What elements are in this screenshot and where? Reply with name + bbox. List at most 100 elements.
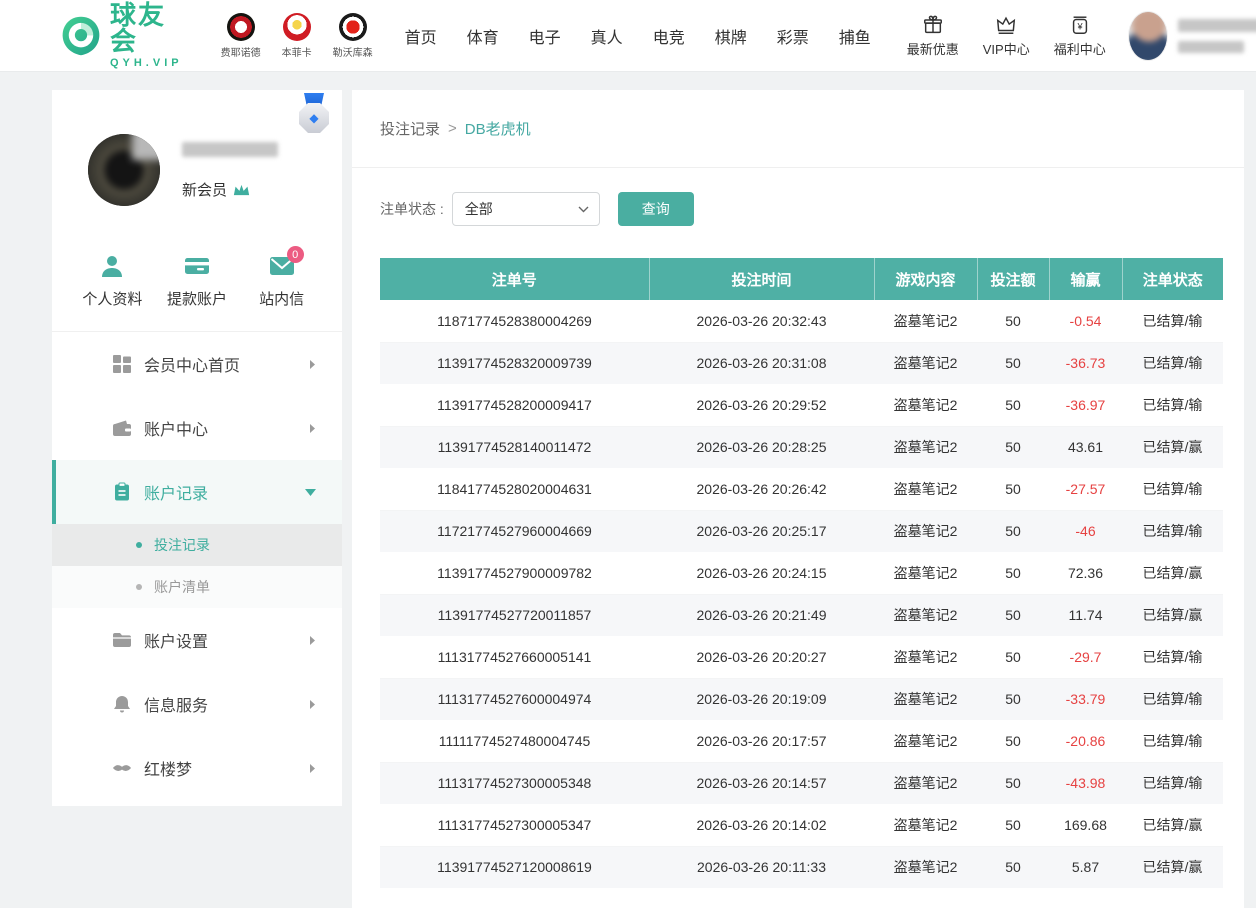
order-status: 已结算/赢	[1122, 594, 1223, 636]
promo-link[interactable]: 最新优惠	[907, 14, 959, 58]
sidebar-item[interactable]: 信息服务	[52, 672, 342, 736]
partner-link[interactable]: 勒沃库森	[331, 13, 375, 59]
promo-links: 最新优惠 VIP中心 ¥福利中心	[907, 14, 1106, 58]
win-loss: -27.57	[1049, 468, 1122, 510]
mail-icon: 0	[269, 253, 295, 279]
quick-action[interactable]: 提款账户	[155, 253, 240, 309]
bullet-icon	[136, 542, 142, 548]
site-logo[interactable]: 球友会 QYH.VIP	[60, 2, 187, 69]
sidebar-item-label: 红楼梦	[144, 756, 309, 780]
sidebar-subitem[interactable]: 投注记录	[52, 524, 342, 566]
sidebar-item[interactable]: 账户中心	[52, 396, 342, 460]
partner-link[interactable]: 费耶诺德	[219, 13, 263, 59]
sidebar-item-label: 会员中心首页	[144, 352, 309, 376]
card-icon	[184, 253, 210, 279]
bet-time: 2026-03-26 20:29:52	[649, 384, 874, 426]
nav-item[interactable]: 棋牌	[715, 24, 747, 48]
win-loss: -36.97	[1049, 384, 1122, 426]
lips-icon	[112, 758, 132, 778]
game-name: 盗墓笔记2	[874, 468, 977, 510]
game-name: 盗墓笔记2	[874, 846, 977, 888]
sidebar-item[interactable]: 账户设置	[52, 608, 342, 672]
quick-action[interactable]: 个人资料	[70, 253, 155, 309]
table-column-header: 游戏内容	[874, 258, 977, 300]
bet-time: 2026-03-26 20:20:27	[649, 636, 874, 678]
user-id-blurred	[1178, 41, 1244, 53]
order-no: 11391774528200009417	[380, 384, 649, 426]
sidebar-subitem-label: 账户清单	[154, 577, 210, 597]
promo-link[interactable]: VIP中心	[983, 14, 1030, 58]
order-no: 11391774527720011857	[380, 594, 649, 636]
promo-link[interactable]: ¥福利中心	[1054, 14, 1106, 58]
search-button[interactable]: 查询	[618, 192, 694, 226]
sidebar-item[interactable]: 红楼梦	[52, 736, 342, 800]
sidebar-item-label: 信息服务	[144, 692, 309, 716]
chevron-right-icon	[309, 423, 316, 434]
bet-time: 2026-03-26 20:11:33	[649, 846, 874, 888]
table-row: 113917745271200086192026-03-26 20:11:33盗…	[380, 846, 1223, 888]
crown-icon	[233, 183, 250, 197]
chevron-right-icon	[309, 699, 316, 710]
table-row: 111317745276600051412026-03-26 20:20:27盗…	[380, 636, 1223, 678]
bet-amount: 50	[977, 468, 1049, 510]
folder-icon	[112, 630, 132, 650]
order-status: 已结算/输	[1122, 720, 1223, 762]
order-no: 11391774528320009739	[380, 342, 649, 384]
order-no: 11841774528020004631	[380, 468, 649, 510]
chevron-down-icon	[578, 206, 589, 213]
nav-item[interactable]: 电子	[529, 24, 561, 48]
logo-icon	[60, 13, 102, 59]
game-name: 盗墓笔记2	[874, 804, 977, 846]
nav-item[interactable]: 真人	[591, 24, 623, 48]
table-row: 111317745276000049742026-03-26 20:19:09盗…	[380, 678, 1223, 720]
game-name: 盗墓笔记2	[874, 384, 977, 426]
bet-amount: 50	[977, 510, 1049, 552]
nav-item[interactable]: 首页	[405, 24, 437, 48]
triangle-down-icon	[305, 489, 316, 496]
game-name: 盗墓笔记2	[874, 510, 977, 552]
bet-time: 2026-03-26 20:19:09	[649, 678, 874, 720]
order-no: 11131774527300005347	[380, 804, 649, 846]
profile-avatar[interactable]	[88, 134, 160, 206]
nav-item[interactable]: 电竞	[653, 24, 685, 48]
win-loss: -43.98	[1049, 762, 1122, 804]
bet-time: 2026-03-26 20:14:57	[649, 762, 874, 804]
order-status: 已结算/输	[1122, 678, 1223, 720]
promo-label: 最新优惠	[907, 39, 959, 58]
nav-item[interactable]: 捕鱼	[839, 24, 871, 48]
order-no: 11131774527600004974	[380, 678, 649, 720]
sidebar-subitem[interactable]: 账户清单	[52, 566, 342, 608]
user-meta	[1178, 19, 1256, 53]
nav-item[interactable]: 体育	[467, 24, 499, 48]
crown-icon	[995, 14, 1017, 36]
svg-text:¥: ¥	[1076, 21, 1083, 31]
user-avatar[interactable]	[1128, 11, 1168, 61]
quick-action-label: 个人资料	[82, 288, 142, 309]
quick-action[interactable]: 0站内信	[239, 253, 324, 309]
win-loss: 5.87	[1049, 846, 1122, 888]
game-name: 盗墓笔记2	[874, 720, 977, 762]
partner-badges: 费耶诺德本菲卡勒沃库森	[219, 13, 375, 59]
status-select[interactable]: 全部	[452, 192, 600, 226]
sidebar-item-label: 账户中心	[144, 416, 309, 440]
page: 球友会 QYH.VIP 费耶诺德本菲卡勒沃库森 首页 体育 电子 真人 电竞 棋牌 彩票 捕鱼…	[0, 0, 1256, 908]
sidebar-item-label: 账户设置	[144, 628, 309, 652]
bet-amount: 50	[977, 762, 1049, 804]
sidebar-item-label: 账户记录	[144, 480, 305, 504]
username-blurred	[1178, 19, 1256, 32]
partner-link[interactable]: 本菲卡	[275, 13, 319, 59]
table-row: 118717745283800042692026-03-26 20:32:43盗…	[380, 300, 1223, 342]
chevron-right-icon	[309, 763, 316, 774]
bet-time: 2026-03-26 20:26:42	[649, 468, 874, 510]
bell-icon	[112, 694, 132, 714]
breadcrumb-parent[interactable]: 投注记录	[380, 118, 440, 139]
order-status: 已结算/赢	[1122, 426, 1223, 468]
order-status: 已结算/输	[1122, 762, 1223, 804]
table-row: 111117745274800047452026-03-26 20:17:57盗…	[380, 720, 1223, 762]
sidebar-item[interactable]: 会员中心首页	[52, 332, 342, 396]
game-name: 盗墓笔记2	[874, 594, 977, 636]
table-column-header: 注单号	[380, 258, 649, 300]
sidebar-item[interactable]: 账户记录	[52, 460, 342, 524]
partner-label: 费耶诺德	[221, 44, 261, 59]
nav-item[interactable]: 彩票	[777, 24, 809, 48]
